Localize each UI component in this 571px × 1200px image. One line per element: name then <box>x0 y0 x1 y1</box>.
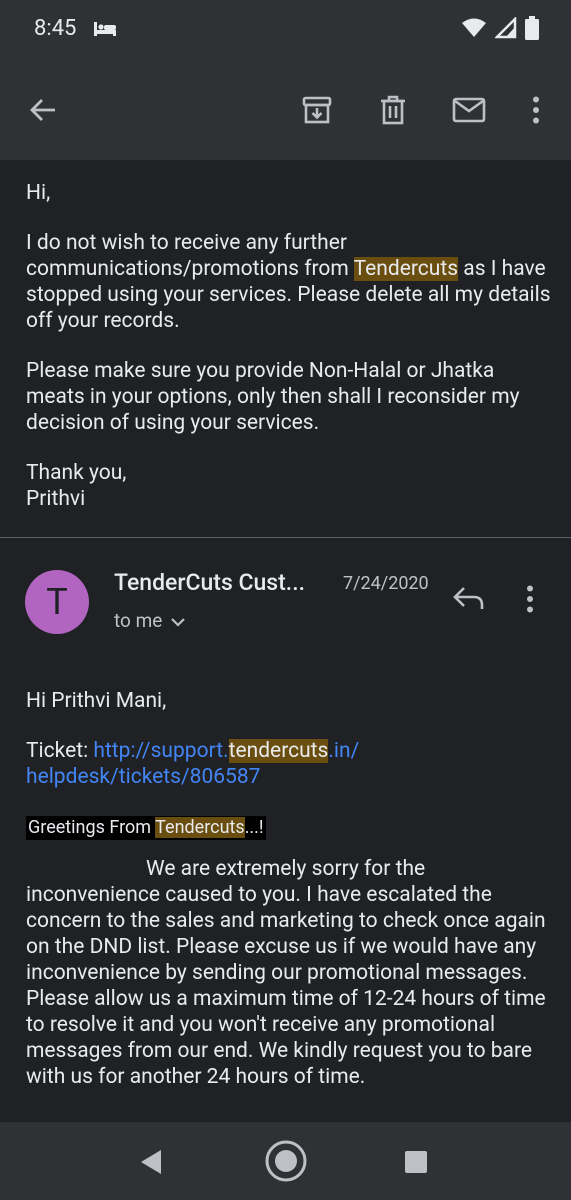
message-date: 7/24/2020 <box>343 573 429 594</box>
email-thread: Hi, I do not wish to receive any further… <box>0 160 571 1122</box>
previous-message-body: Hi, I do not wish to receive any further… <box>26 180 551 512</box>
sleep-mode-icon <box>93 20 117 42</box>
status-bar: 8:45 <box>0 0 571 60</box>
recipient-details-toggle[interactable]: to me <box>114 609 186 632</box>
chevron-down-icon <box>170 609 186 632</box>
message-paragraph: We are extremely sorry for the inconveni… <box>26 857 546 1089</box>
mark-unread-icon[interactable] <box>449 90 489 130</box>
more-vert-icon[interactable] <box>516 90 556 130</box>
archive-icon[interactable] <box>297 90 337 130</box>
avatar[interactable]: T <box>25 570 89 634</box>
message-more-icon[interactable] <box>526 585 534 617</box>
greeting-line: Greetings From Tendercuts...! <box>26 816 266 840</box>
nav-home-icon[interactable] <box>264 1139 308 1187</box>
search-highlight: Tendercuts <box>155 817 245 838</box>
delete-icon[interactable] <box>373 90 413 130</box>
cell-signal-icon <box>493 15 517 43</box>
search-highlight: tendercuts <box>228 739 329 763</box>
status-icons <box>461 15 539 44</box>
message-paragraph: I do not wish to receive any further com… <box>26 231 551 333</box>
recipient-label: to me <box>114 609 163 632</box>
signature: Prithvi <box>26 487 86 511</box>
search-highlight: Tendercuts <box>353 257 459 281</box>
battery-icon <box>525 16 539 44</box>
reply-icon[interactable] <box>452 585 486 615</box>
nav-back-icon[interactable] <box>140 1149 162 1179</box>
message-paragraph: Please make sure you provide Non-Halal o… <box>26 359 520 435</box>
system-nav-bar <box>0 1122 571 1200</box>
divider <box>0 537 571 538</box>
message-closing: Thank you, Prithvi <box>26 461 127 511</box>
clock: 8:45 <box>34 16 77 41</box>
back-arrow-icon[interactable] <box>23 90 63 130</box>
message-greeting: Hi Prithvi Mani, <box>26 689 167 713</box>
message-greeting: Hi, <box>26 181 51 205</box>
ticket-line: Ticket: http://support.tendercuts.in/ he… <box>26 739 360 789</box>
reply-message-body: Hi Prithvi Mani, Ticket: http://support.… <box>26 688 551 1114</box>
sender-name[interactable]: TenderCuts Cust... <box>114 569 305 596</box>
nav-recents-icon[interactable] <box>404 1150 428 1178</box>
wifi-icon <box>461 17 487 43</box>
email-toolbar <box>0 60 571 160</box>
